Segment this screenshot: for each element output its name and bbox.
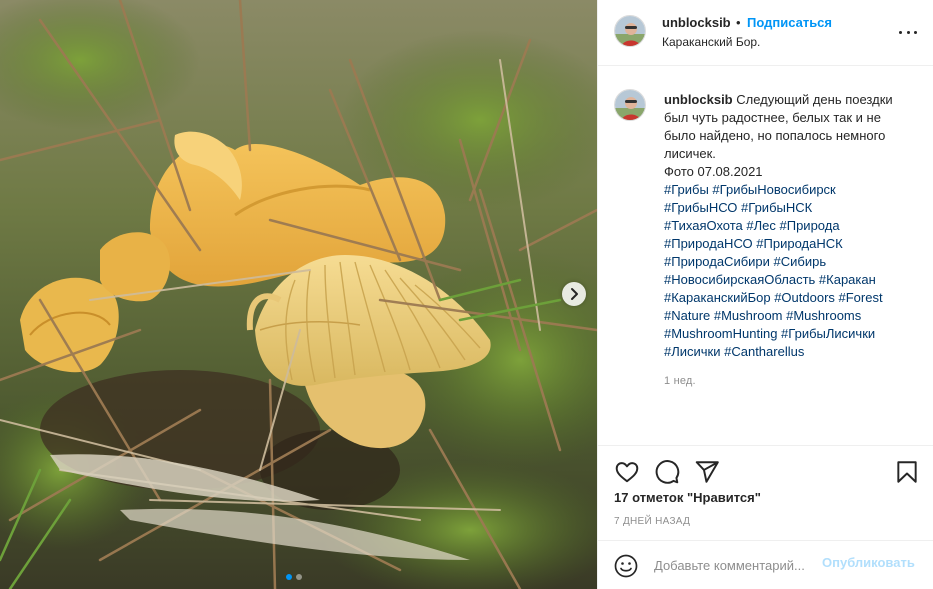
- hashtag-line[interactable]: #Лисички #Cantharellus: [664, 343, 916, 361]
- post-header: unblocksib • Подписаться Караканский Бор…: [598, 0, 933, 66]
- separator-dot: •: [736, 15, 741, 30]
- post-date[interactable]: 7 ДНЕЙ НАЗАД: [614, 516, 690, 527]
- caption-area: unblocksib Следующий день поездки был чу…: [598, 67, 933, 445]
- heart-icon[interactable]: [614, 459, 640, 485]
- header-username[interactable]: unblocksib: [662, 15, 731, 30]
- comment-bubble-icon[interactable]: [654, 459, 680, 485]
- post-photo[interactable]: [0, 0, 597, 589]
- publish-button[interactable]: Опубликовать: [822, 555, 915, 570]
- hashtag-line[interactable]: #КараканскийБор #Outdoors #Forest: [664, 289, 916, 307]
- follow-button[interactable]: Подписаться: [747, 15, 832, 30]
- add-comment-bar: Опубликовать: [598, 540, 933, 589]
- caption-line: был чуть радостнее, белых так и не: [664, 110, 881, 125]
- likes-count[interactable]: 17 отметок "Нравится": [614, 490, 761, 505]
- caption-line: лисичек.: [664, 146, 716, 161]
- caption-line: Следующий день поездки: [736, 92, 893, 107]
- hashtag-line[interactable]: #Nature #Mushroom #Mushrooms: [664, 307, 916, 325]
- caption-username[interactable]: unblocksib: [664, 92, 733, 107]
- hashtag-line[interactable]: #ГрибыНСО #ГрибыНСК: [664, 199, 916, 217]
- chevron-right-icon: [567, 287, 581, 301]
- caption-avatar[interactable]: [614, 89, 646, 121]
- comment-input[interactable]: [654, 555, 816, 575]
- caption-line: было найдено, но попалось немного: [664, 128, 886, 143]
- carousel-dot: [296, 574, 302, 580]
- carousel-indicator: [286, 574, 302, 580]
- hashtag-line[interactable]: #ТихаяОхота #Лес #Природа: [664, 217, 916, 235]
- post-details-panel: unblocksib • Подписаться Караканский Бор…: [597, 0, 933, 589]
- avatar[interactable]: [614, 15, 646, 47]
- caption-text: unblocksib Следующий день поездки был чу…: [664, 91, 916, 361]
- hashtag-line[interactable]: #НовосибирскаяОбласть #Каракан: [664, 271, 916, 289]
- bookmark-icon[interactable]: [894, 459, 920, 485]
- paper-plane-icon[interactable]: [694, 459, 720, 485]
- location-link[interactable]: Караканский Бор.: [662, 35, 760, 49]
- smiley-icon[interactable]: [614, 554, 638, 578]
- caption-photo-date: Фото 07.08.2021: [664, 164, 763, 179]
- carousel-dot-active: [286, 574, 292, 580]
- more-options-icon[interactable]: [899, 24, 917, 40]
- chanterelle-photo: [0, 0, 597, 589]
- hashtag-line[interactable]: #MushroomHunting #ГрибыЛисички: [664, 325, 916, 343]
- hashtag-line[interactable]: #Грибы #ГрибыНовосибирск: [664, 181, 916, 199]
- hashtag-line[interactable]: #ПриродаНСО #ПриродаНСК: [664, 235, 916, 253]
- caption-timestamp[interactable]: 1 нед.: [664, 375, 696, 387]
- next-photo-button[interactable]: [562, 282, 586, 306]
- hashtag-line[interactable]: #ПриродаСибири #Сибирь: [664, 253, 916, 271]
